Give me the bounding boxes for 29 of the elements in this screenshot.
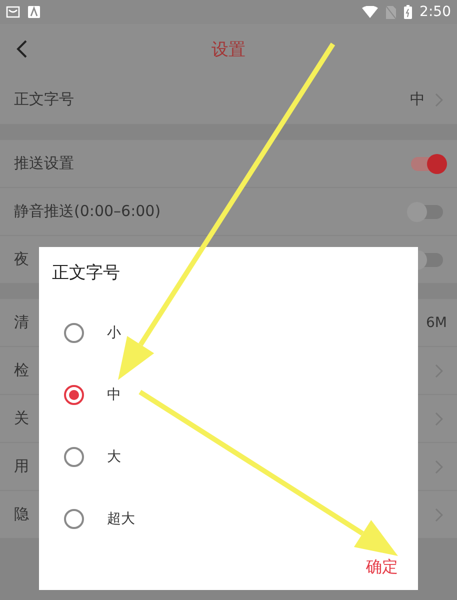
radio-button[interactable]	[64, 509, 84, 529]
setting-label: 静音推送(0:00–6:00)	[14, 202, 161, 221]
status-time: 2:50	[420, 4, 451, 20]
battery-icon	[404, 5, 412, 19]
wifi-icon	[362, 6, 378, 18]
confirm-button[interactable]: 确定	[366, 557, 398, 578]
option-label[interactable]: 中	[107, 386, 121, 404]
setting-label: 隐	[14, 505, 29, 524]
page-title: 设置	[212, 39, 246, 61]
back-icon[interactable]	[16, 40, 28, 58]
row-value: 6M	[426, 314, 447, 330]
setting-label: 正文字号	[14, 90, 74, 109]
notification-icon	[28, 6, 40, 18]
setting-label: 推送设置	[14, 154, 74, 173]
no-sim-icon	[386, 6, 396, 18]
option-label[interactable]: 小	[107, 324, 121, 342]
option-label[interactable]: 大	[107, 448, 121, 466]
setting-label: 检	[14, 361, 29, 380]
row-value: 中	[410, 90, 425, 109]
radio-button[interactable]	[64, 447, 84, 467]
radio-button[interactable]	[64, 385, 84, 405]
notification-icon	[6, 6, 20, 18]
option-label[interactable]: 超大	[107, 510, 135, 528]
radio-button[interactable]	[64, 323, 84, 343]
dialog-title: 正文字号	[52, 262, 120, 284]
setting-label: 用	[14, 457, 29, 476]
setting-label: 清	[14, 313, 29, 332]
setting-label: 关	[14, 409, 29, 428]
setting-label: 夜	[14, 250, 29, 269]
